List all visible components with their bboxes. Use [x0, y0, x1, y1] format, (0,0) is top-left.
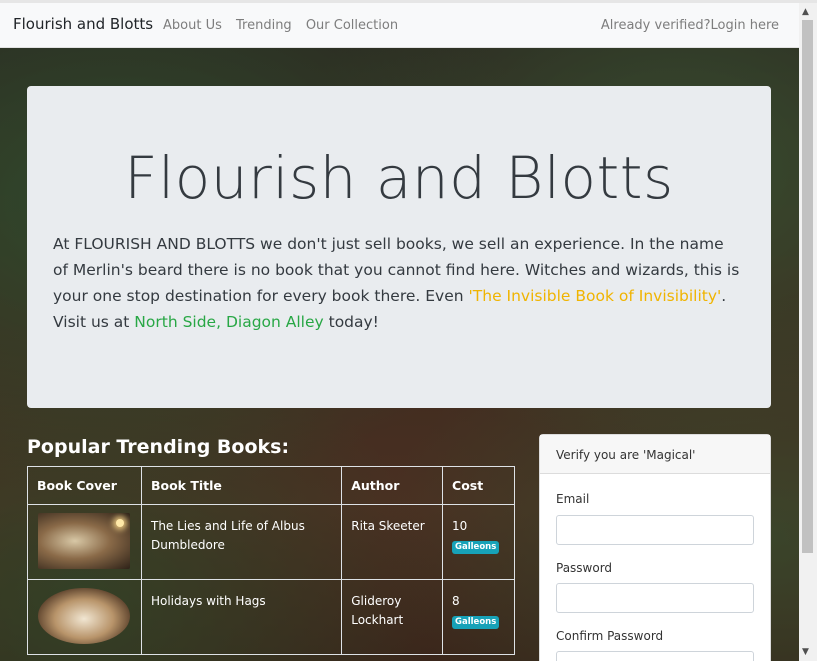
- book-cover-cell: [27, 504, 142, 580]
- navbar: Flourish and Blotts About Us Trending Ou…: [0, 3, 799, 48]
- nav-link-our-collection[interactable]: Our Collection: [306, 18, 398, 33]
- brand-link[interactable]: Flourish and Blotts: [13, 15, 153, 33]
- book-author: Glideroy Lockhart: [341, 579, 444, 655]
- book-cover-image: [38, 513, 130, 569]
- trending-books-table: Book Cover Book Title Author Cost The Li…: [27, 466, 515, 655]
- verify-card: Verify you are 'Magical' Email Password …: [539, 434, 771, 661]
- book-cover-cell: [27, 579, 142, 655]
- table-row: The Lies and Life of Albus Dumbledore Ri…: [27, 504, 515, 580]
- nav-link-trending[interactable]: Trending: [236, 18, 292, 33]
- scroll-up-arrow-icon[interactable]: ▲: [802, 6, 809, 18]
- header-author: Author: [341, 466, 444, 505]
- page-title: Flourish and Blotts: [124, 144, 674, 212]
- verify-card-header: Verify you are 'Magical': [540, 435, 770, 474]
- book-cost: 10: [452, 519, 468, 533]
- trending-books-heading: Popular Trending Books:: [27, 436, 290, 458]
- header-book-title: Book Title: [140, 466, 343, 505]
- jumbotron: Flourish and Blotts At FLOURISH AND BLOT…: [27, 86, 771, 408]
- book-cost: 8: [452, 594, 460, 608]
- vertical-scrollbar[interactable]: ▲ ▼: [799, 3, 817, 661]
- header-book-cover: Book Cover: [27, 466, 142, 505]
- password-label: Password: [556, 561, 613, 575]
- login-link[interactable]: Already verified?Login here: [601, 18, 779, 33]
- book-cover-image: [38, 588, 130, 644]
- table-row: Holidays with Hags Glideroy Lockhart 8 G…: [27, 579, 515, 655]
- scroll-down-arrow-icon[interactable]: ▼: [802, 646, 809, 658]
- book-cost-cell: 10 Galleons: [442, 504, 515, 580]
- confirm-password-field[interactable]: [556, 651, 754, 661]
- currency-badge: Galleons: [452, 616, 500, 629]
- book-title: The Lies and Life of Albus Dumbledore: [140, 504, 343, 580]
- intro-text-part-3: today!: [323, 313, 379, 331]
- password-field[interactable]: [556, 583, 754, 613]
- email-field[interactable]: [556, 515, 754, 545]
- book-title: Holidays with Hags: [140, 579, 343, 655]
- email-label: Email: [556, 492, 590, 506]
- confirm-password-label: Confirm Password: [556, 629, 664, 643]
- intro-text: At FLOURISH AND BLOTTS we don't just sel…: [53, 231, 743, 335]
- table-header-row: Book Cover Book Title Author Cost: [27, 466, 515, 505]
- scrollbar-thumb[interactable]: [802, 20, 813, 553]
- nav-link-about-us[interactable]: About Us: [163, 18, 222, 33]
- nav-links: About Us Trending Our Collection: [163, 18, 408, 33]
- location-highlight: North Side, Diagon Alley: [134, 313, 324, 331]
- book-cost-cell: 8 Galleons: [442, 579, 515, 655]
- invisible-book-highlight: 'The Invisible Book of Invisibility': [468, 287, 722, 305]
- header-cost: Cost: [442, 466, 515, 505]
- currency-badge: Galleons: [452, 541, 500, 554]
- book-author: Rita Skeeter: [341, 504, 444, 580]
